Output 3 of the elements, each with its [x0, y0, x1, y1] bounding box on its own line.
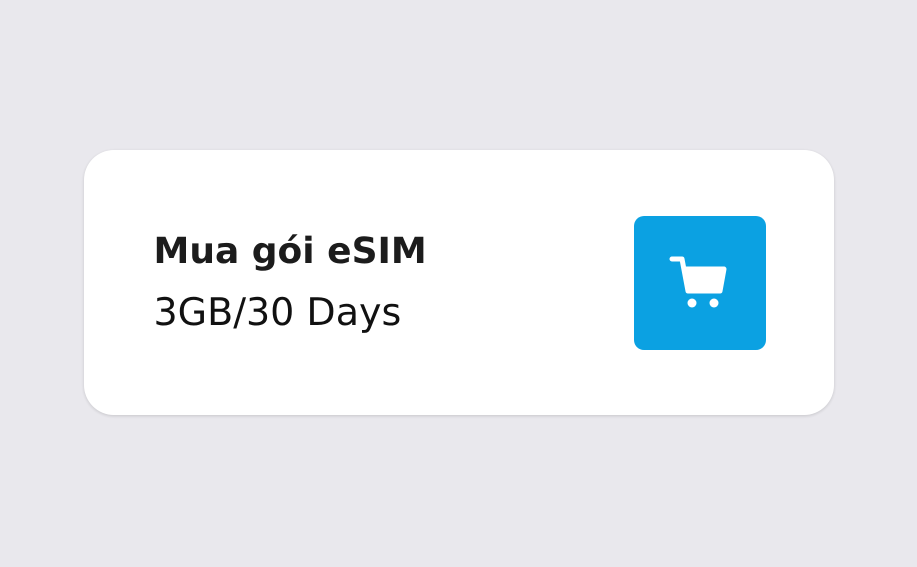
cart-button[interactable] — [634, 216, 766, 350]
plan-details: 3GB/30 Days — [154, 290, 402, 334]
plan-title: Mua gói eSIM — [154, 231, 427, 272]
